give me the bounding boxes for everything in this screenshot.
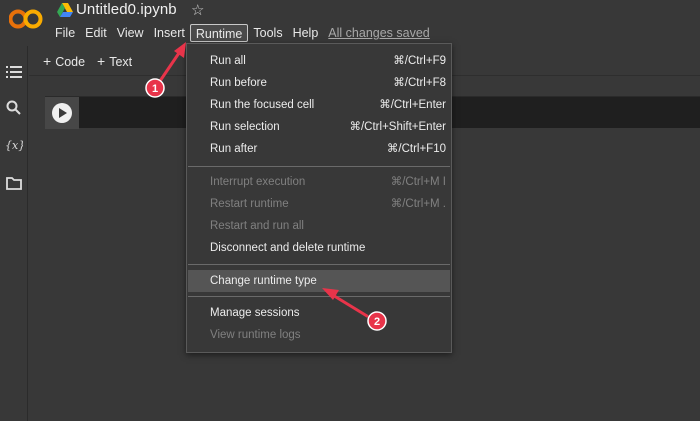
- run-cell-button[interactable]: [52, 103, 72, 123]
- variables-icon[interactable]: {x}: [5, 137, 23, 153]
- menu-item-shortcut: ⌘/Ctrl+Enter: [379, 99, 446, 111]
- menu-item-view-runtime-logs: View runtime logs: [188, 324, 450, 346]
- menu-divider: [188, 166, 450, 167]
- runtime-menu: Run all ⌘/Ctrl+F9 Run before ⌘/Ctrl+F8 R…: [186, 43, 452, 353]
- menu-item-restart-runtime: Restart runtime ⌘/Ctrl+M .: [188, 193, 450, 215]
- menu-item-label: Interrupt execution: [210, 176, 306, 188]
- save-status-link[interactable]: All changes saved: [323, 24, 434, 42]
- menu-item-run-after[interactable]: Run after ⌘/Ctrl+F10: [188, 138, 450, 160]
- add-text-label: Text: [109, 55, 133, 69]
- menu-item-run-before[interactable]: Run before ⌘/Ctrl+F8: [188, 72, 450, 94]
- menu-item-change-runtime-type[interactable]: Change runtime type: [188, 270, 450, 292]
- menu-item-shortcut: ⌘/Ctrl+M I: [390, 176, 446, 188]
- add-code-label: Code: [55, 55, 86, 69]
- menu-item-label: Run selection: [210, 121, 280, 133]
- menu-item-label: View runtime logs: [210, 329, 301, 341]
- menu-item-label: Restart runtime: [210, 198, 289, 210]
- menu-item-label: Restart and run all: [210, 220, 304, 232]
- cell-gutter: [45, 97, 79, 129]
- menu-item-shortcut: ⌘/Ctrl+Shift+Enter: [349, 121, 446, 133]
- annotation-marker-1: 1: [145, 78, 165, 98]
- menu-item-manage-sessions[interactable]: Manage sessions: [188, 302, 450, 324]
- menu-divider: [188, 296, 450, 297]
- menu-item-label: Run after: [210, 143, 258, 155]
- menu-view[interactable]: View: [112, 24, 149, 42]
- menu-edit[interactable]: Edit: [80, 24, 112, 42]
- menubar: File Edit View Insert Runtime Tools Help…: [50, 24, 435, 42]
- menu-tools[interactable]: Tools: [248, 24, 287, 42]
- menu-item-shortcut: ⌘/Ctrl+F8: [393, 77, 446, 89]
- menu-help[interactable]: Help: [288, 24, 324, 42]
- table-of-contents-icon[interactable]: [5, 64, 23, 80]
- menu-item-shortcut: ⌘/Ctrl+F10: [386, 143, 446, 155]
- add-code-button[interactable]: + Code: [43, 53, 85, 69]
- menu-item-restart-and-run-all: Restart and run all: [188, 215, 450, 237]
- menu-item-shortcut: ⌘/Ctrl+M .: [390, 198, 446, 210]
- menu-item-label: Run the focused cell: [210, 99, 315, 111]
- menu-item-label: Run before: [210, 77, 267, 89]
- menu-item-label: Change runtime type: [210, 275, 317, 287]
- left-rail: {x}: [0, 46, 28, 421]
- menu-file[interactable]: File: [50, 24, 80, 42]
- menu-item-run-focused-cell[interactable]: Run the focused cell ⌘/Ctrl+Enter: [188, 94, 450, 116]
- add-text-button[interactable]: + Text: [97, 53, 132, 69]
- folder-icon[interactable]: [5, 175, 23, 191]
- menu-item-label: Manage sessions: [210, 307, 300, 319]
- menu-item-label: Run all: [210, 55, 246, 67]
- menu-item-interrupt-execution: Interrupt execution ⌘/Ctrl+M I: [188, 171, 450, 193]
- star-icon[interactable]: ☆: [191, 1, 204, 19]
- menu-runtime[interactable]: Runtime: [189, 24, 249, 42]
- menu-item-shortcut: ⌘/Ctrl+F9: [393, 55, 446, 67]
- search-icon[interactable]: [5, 100, 23, 116]
- menu-item-run-all[interactable]: Run all ⌘/Ctrl+F9: [188, 50, 450, 72]
- header: Untitled0.ipynb ☆ File Edit View Insert …: [0, 0, 700, 46]
- plus-icon: +: [43, 53, 52, 69]
- annotation-marker-1-label: 1: [152, 83, 158, 95]
- menu-item-disconnect-runtime[interactable]: Disconnect and delete runtime: [188, 237, 450, 259]
- colab-logo[interactable]: [9, 8, 43, 30]
- plus-icon: +: [97, 53, 106, 69]
- menu-item-label: Disconnect and delete runtime: [210, 242, 366, 254]
- drive-icon[interactable]: [57, 3, 73, 17]
- menu-insert[interactable]: Insert: [149, 24, 190, 42]
- menu-divider: [188, 264, 450, 265]
- notebook-title[interactable]: Untitled0.ipynb: [76, 1, 177, 18]
- menu-item-run-selection[interactable]: Run selection ⌘/Ctrl+Shift+Enter: [188, 116, 450, 138]
- svg-text:{x}: {x}: [5, 139, 23, 152]
